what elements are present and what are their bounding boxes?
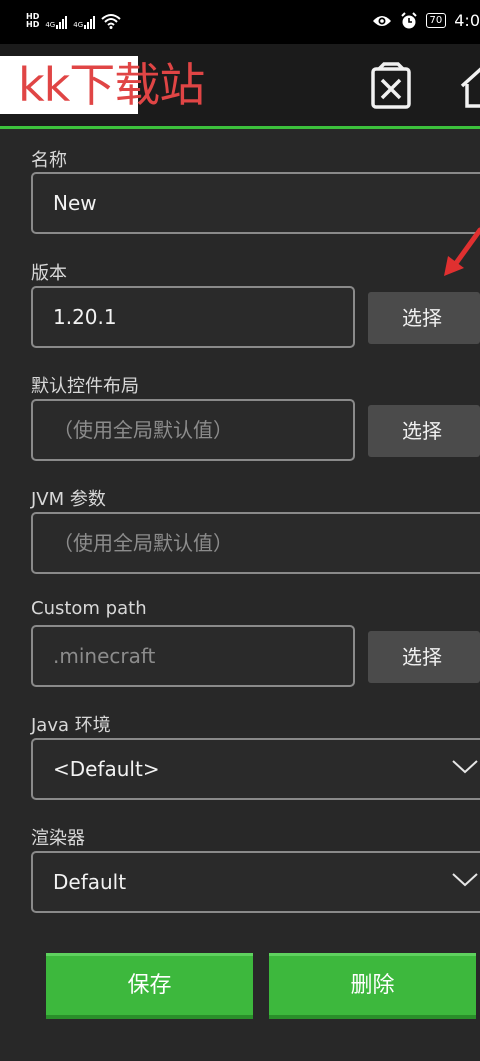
signal-bars-icon (56, 16, 68, 29)
watermark-text: kk下载站 (18, 58, 205, 112)
jvm-args-label: JVM 参数 (31, 489, 106, 510)
save-button[interactable]: 保存 (46, 953, 253, 1019)
status-right: 70 4:0 (372, 11, 480, 30)
signal-indicator: 4G (45, 16, 68, 29)
java-env-value: <Default> (53, 757, 160, 781)
clock: 4:0 (454, 11, 480, 30)
renderer-dropdown[interactable]: Default (31, 851, 480, 913)
hd-indicator: HD (26, 20, 40, 29)
network-type: 4G (73, 21, 84, 29)
version-field[interactable]: 1.20.1 (31, 286, 355, 348)
version-value: 1.20.1 (53, 305, 117, 329)
name-label: 名称 (31, 150, 67, 171)
alarm-icon (400, 11, 417, 28)
signal-indicator: 4G (73, 16, 96, 29)
delete-button[interactable]: 删除 (269, 953, 476, 1019)
name-value: New (53, 191, 97, 215)
delete-icon[interactable] (369, 62, 413, 110)
java-env-dropdown[interactable]: <Default> (31, 738, 480, 800)
home-icon[interactable] (458, 62, 480, 110)
hd-indicators: HD HD (26, 13, 39, 29)
annotation-arrow-icon (444, 227, 480, 276)
version-label: 版本 (31, 263, 67, 284)
custom-path-select-button[interactable]: 选择 (368, 631, 480, 683)
watermark: kk下载站 (0, 56, 205, 114)
status-bar: HD HD 4G 4G 70 4:0 (0, 0, 480, 44)
version-select-button[interactable]: 选择 (368, 292, 480, 344)
status-left: HD HD 4G 4G (26, 13, 121, 29)
custom-path-label: Custom path (31, 598, 147, 619)
eye-icon (372, 15, 391, 26)
custom-path-field[interactable]: .minecraft (31, 625, 355, 687)
jvm-args-placeholder: （使用全局默认值） (53, 531, 233, 555)
control-layout-label: 默认控件布局 (31, 376, 139, 397)
chevron-down-icon (452, 873, 478, 887)
network-type: 4G (45, 21, 56, 29)
custom-path-placeholder: .minecraft (53, 644, 156, 668)
app-bar-accent-line (0, 126, 480, 129)
wifi-icon (101, 14, 121, 29)
chevron-down-icon (452, 760, 478, 774)
renderer-value: Default (53, 870, 127, 894)
jvm-args-field[interactable]: （使用全局默认值） (31, 512, 480, 574)
battery-indicator: 70 (425, 13, 447, 28)
control-layout-placeholder: （使用全局默认值） (53, 418, 233, 442)
renderer-label: 渲染器 (31, 828, 85, 849)
signal-bars-icon (84, 16, 96, 29)
java-env-label: Java 环境 (31, 715, 111, 736)
control-layout-select-button[interactable]: 选择 (368, 405, 480, 457)
name-field[interactable]: New (31, 172, 480, 234)
control-layout-field[interactable]: （使用全局默认值） (31, 399, 355, 461)
